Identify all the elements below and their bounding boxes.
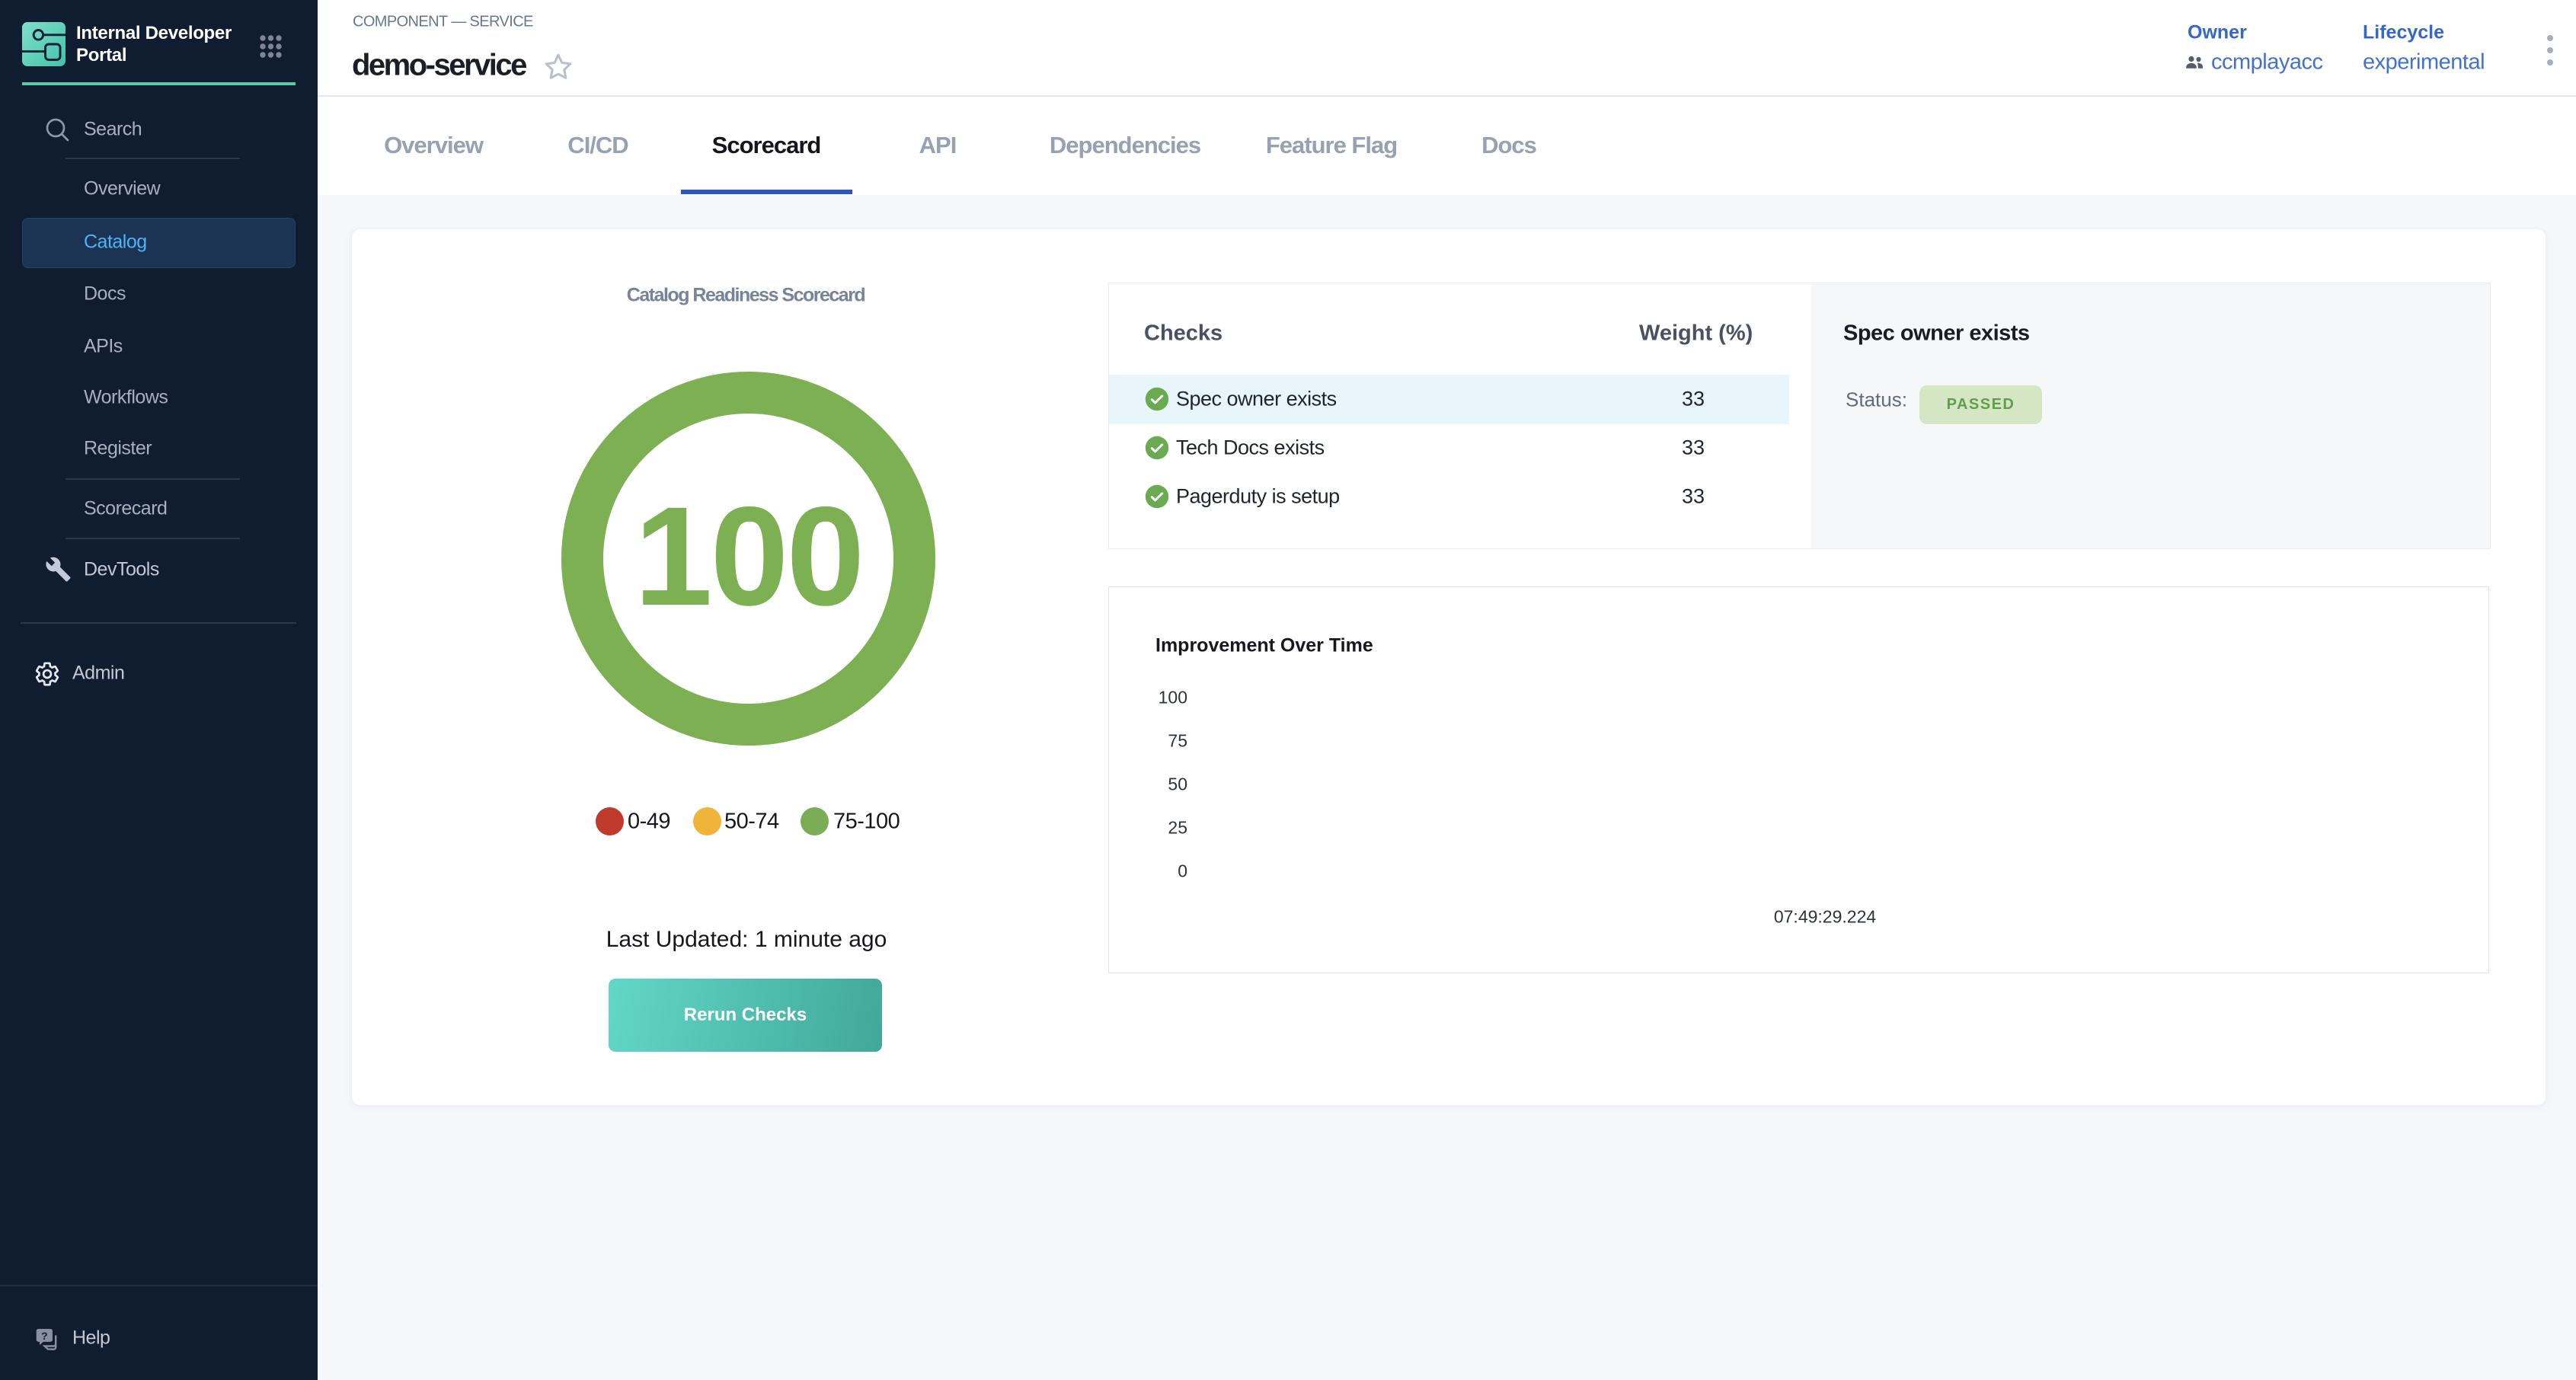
svg-text:?: ? — [41, 1330, 48, 1343]
